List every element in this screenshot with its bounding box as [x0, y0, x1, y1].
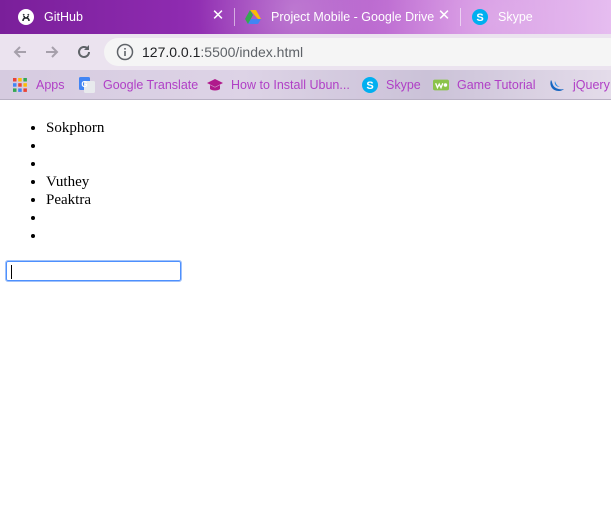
tab-strip: GitHub ✕ Project Mobile - Google Drive ✕… [0, 0, 611, 34]
url-host: 127.0.0.1 [142, 44, 201, 60]
close-tab-icon[interactable]: ✕ [437, 8, 451, 23]
bookmark-game-tutorial[interactable]: Game Tutorial [433, 76, 536, 94]
address-bar[interactable]: 127.0.0.1:5500/index.html [104, 38, 611, 66]
arrow-right-icon [46, 46, 59, 58]
list-item: Peaktra [46, 191, 611, 209]
skype-icon: S [472, 9, 488, 25]
graduation-cap-icon [207, 77, 223, 93]
forward-button[interactable] [40, 40, 64, 64]
close-tab-icon[interactable]: ✕ [211, 8, 225, 23]
text-input[interactable] [5, 260, 182, 282]
tab-skype[interactable]: S Skype [472, 2, 611, 32]
github-icon [18, 9, 34, 25]
skype-icon: S [362, 77, 378, 93]
info-icon[interactable] [116, 43, 134, 61]
list-item: Sokphorn [46, 119, 611, 137]
list-item [46, 137, 611, 155]
tab-title: Skype [498, 10, 533, 24]
tab-title: Project Mobile - Google Drive [271, 10, 435, 24]
tab-separator [460, 8, 461, 26]
name-list: Sokphorn Vuthey Peaktra [0, 119, 611, 245]
bookmarks-bar: Apps G Google Translate How to Install U… [0, 70, 611, 100]
page-content: Sokphorn Vuthey Peaktra [0, 101, 611, 505]
bookmark-label: Skype [386, 78, 421, 92]
bookmark-apps[interactable]: Apps [12, 76, 65, 94]
bookmark-google-translate[interactable]: G Google Translate [79, 76, 198, 94]
bookmark-label: jQuery [573, 78, 610, 92]
bookmark-label: Game Tutorial [457, 78, 536, 92]
tab-google-drive[interactable]: Project Mobile - Google Drive ✕ [245, 2, 459, 32]
svg-text:S: S [476, 12, 483, 24]
bookmark-label: Apps [36, 78, 65, 92]
list-item: Vuthey [46, 173, 611, 191]
text-caret [11, 265, 12, 279]
url-text: 127.0.0.1:5500/index.html [142, 44, 303, 60]
reload-button[interactable] [72, 40, 96, 64]
apps-grid-icon [12, 77, 28, 93]
list-item [46, 155, 611, 173]
tab-separator [234, 8, 235, 26]
tab-title: GitHub [44, 10, 83, 24]
back-button[interactable] [8, 40, 32, 64]
reload-icon [78, 45, 90, 58]
svg-text:G: G [81, 80, 87, 89]
bookmark-jquery[interactable]: jQuery [549, 76, 610, 94]
list-item [46, 209, 611, 227]
arrow-left-icon [13, 46, 26, 58]
bookmark-install-ubuntu[interactable]: How to Install Ubun... [207, 76, 350, 94]
jquery-icon [549, 77, 565, 93]
tab-github[interactable]: GitHub ✕ [18, 2, 233, 32]
bookmark-label: How to Install Ubun... [231, 78, 350, 92]
google-drive-icon [245, 9, 261, 25]
bookmark-label: Google Translate [103, 78, 199, 92]
url-path: :5500/index.html [200, 44, 304, 60]
svg-text:S: S [366, 80, 373, 92]
game-tutorial-icon [433, 77, 449, 93]
google-translate-icon: G [79, 77, 95, 93]
list-item [46, 227, 611, 245]
bookmark-skype[interactable]: S Skype [362, 76, 421, 94]
browser-toolbar: 127.0.0.1:5500/index.html [0, 34, 611, 70]
